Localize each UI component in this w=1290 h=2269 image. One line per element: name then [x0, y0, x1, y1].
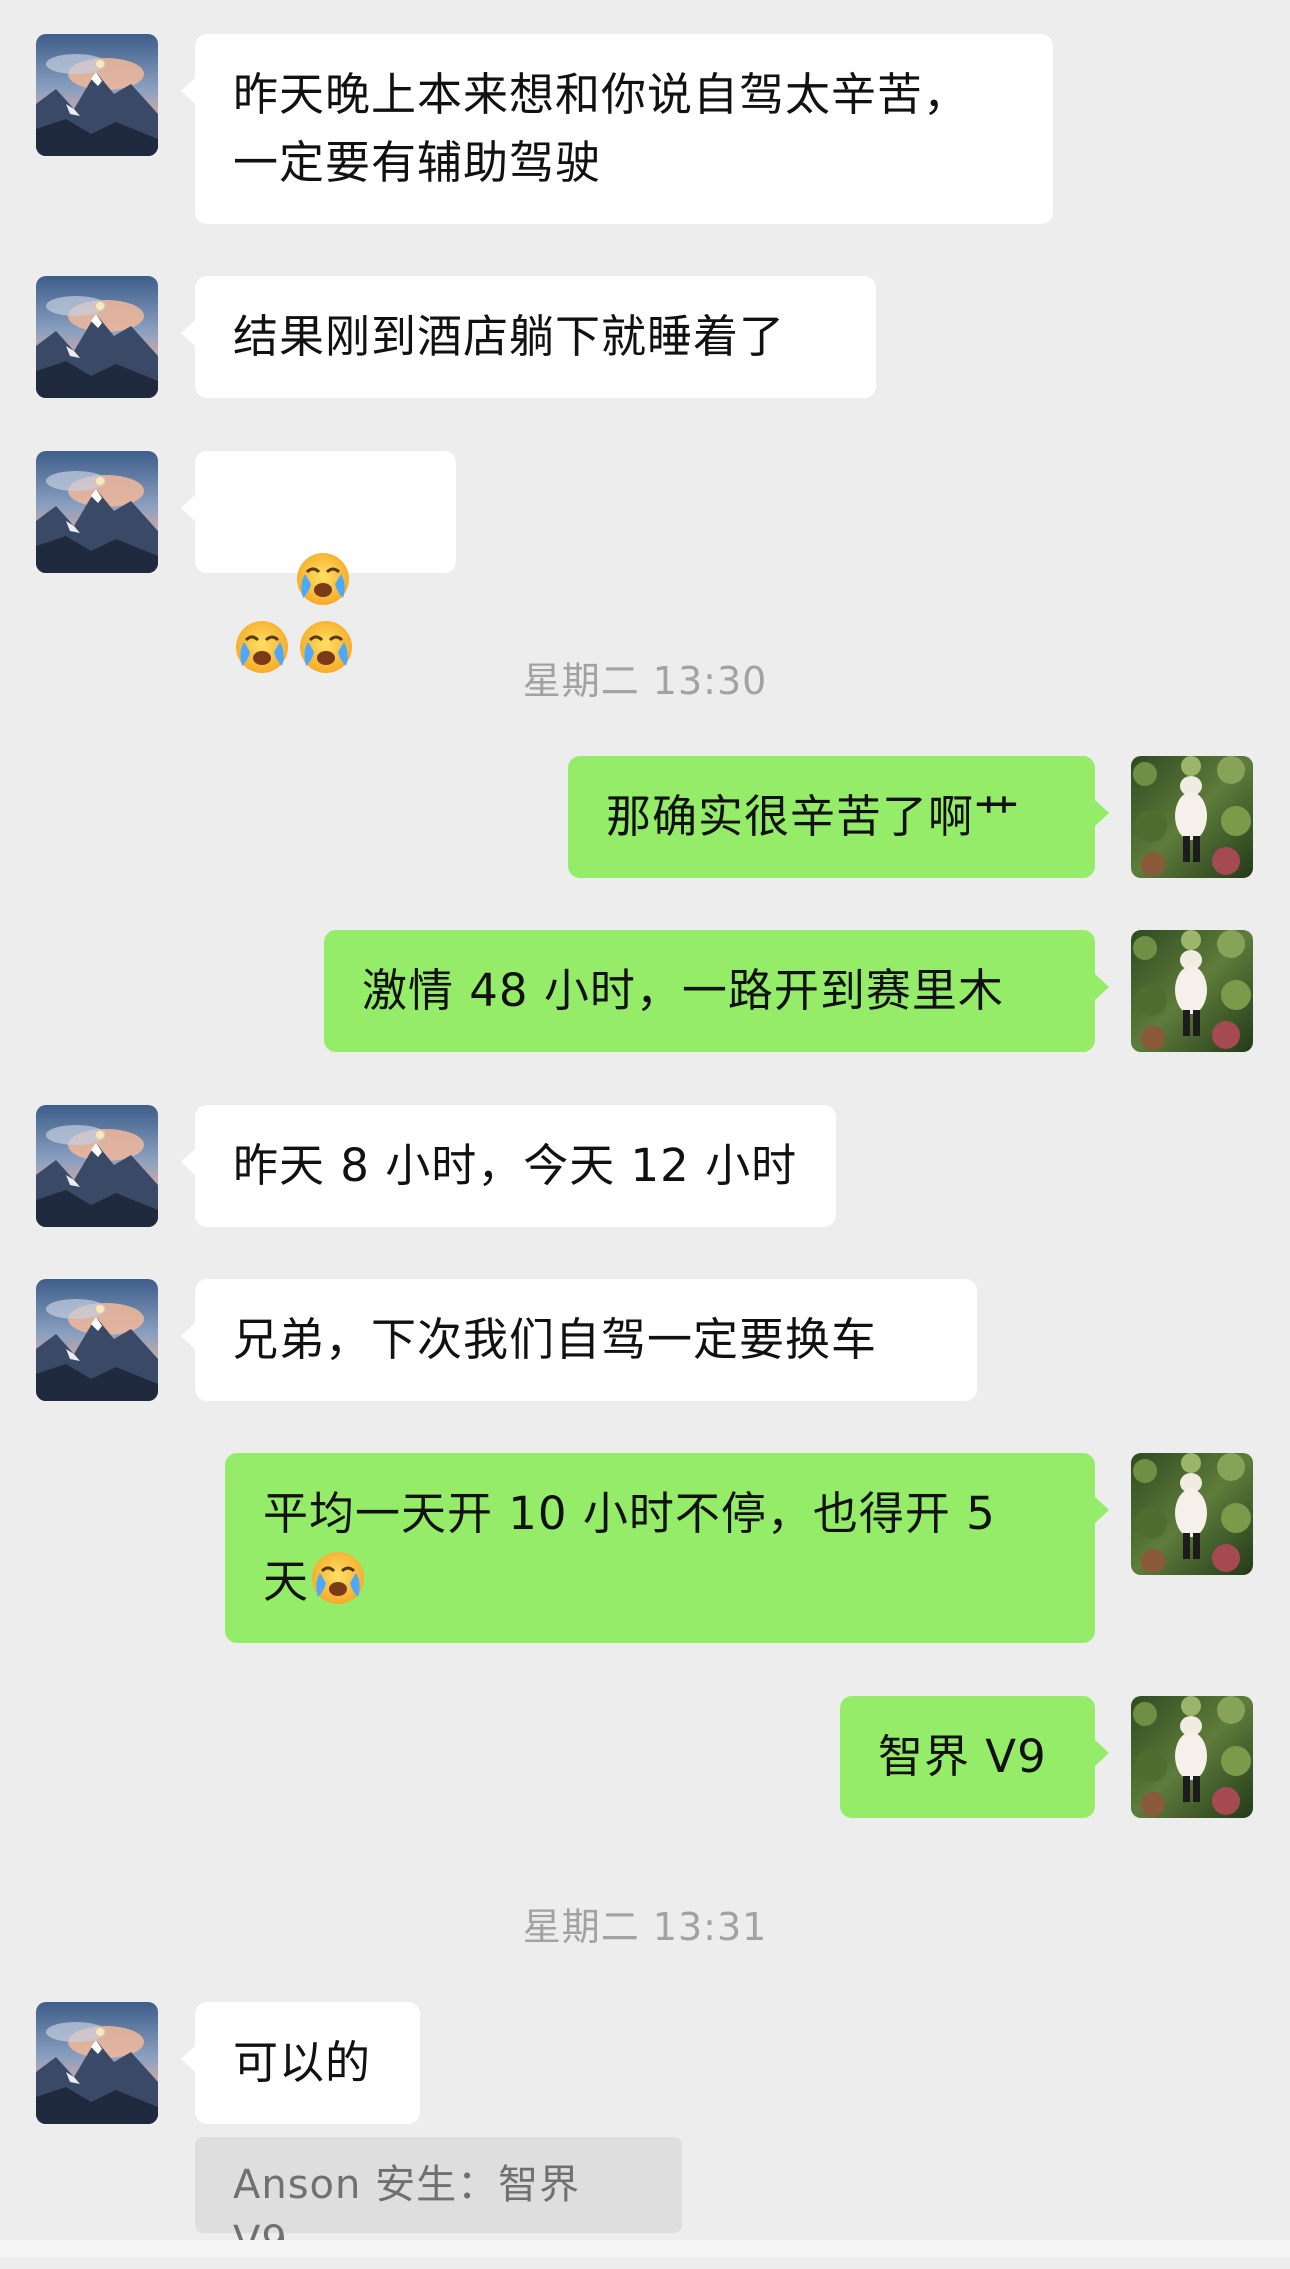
message-bubble-outgoing[interactable]: 智界 V9 — [840, 1696, 1109, 1818]
contact-avatar[interactable] — [36, 34, 158, 156]
contact-avatar[interactable] — [36, 1105, 158, 1227]
mountain-avatar-icon — [36, 2002, 158, 2124]
contact-avatar[interactable] — [36, 2002, 158, 2124]
chat-history[interactable]: 昨天晚上本来想和你说自驾太辛苦， 一定要有辅助驾驶 结果刚到酒店躺下就睡着了 星… — [0, 0, 1290, 2264]
mountain-avatar-icon — [36, 276, 158, 398]
quoted-message[interactable]: Anson 安生：智界 V9 — [195, 2137, 682, 2264]
contact-avatar[interactable] — [36, 451, 158, 573]
contact-avatar[interactable] — [36, 1279, 158, 1401]
message-bubble-incoming[interactable]: 昨天 8 小时，今天 12 小时 — [181, 1105, 836, 1227]
mountain-avatar-icon — [36, 1279, 158, 1401]
loudly-crying-face-icon — [294, 550, 352, 608]
message-bubble-incoming[interactable]: 昨天晚上本来想和你说自驾太辛苦， 一定要有辅助驾驶 — [181, 34, 1053, 224]
contact-avatar[interactable] — [36, 276, 158, 398]
input-bar-edge — [0, 2240, 1290, 2257]
person-plants-avatar-icon — [1131, 1696, 1253, 1818]
message-text: 平均一天开 10 小时不停，也得开 5 天 — [263, 1487, 996, 1608]
message-bubble-incoming[interactable]: 结果刚到酒店躺下就睡着了 — [181, 276, 876, 398]
self-avatar[interactable] — [1131, 1453, 1253, 1575]
message-bubble-outgoing[interactable]: 激情 48 小时，一路开到赛里木 — [324, 930, 1109, 1052]
message-bubble-outgoing[interactable]: 那确实很辛苦了啊艹 — [568, 756, 1109, 878]
self-avatar[interactable] — [1131, 930, 1253, 1052]
mountain-avatar-icon — [36, 451, 158, 573]
message-bubble-incoming[interactable] — [181, 451, 456, 573]
message-bubble-incoming[interactable]: 可以的 — [181, 2002, 420, 2124]
timestamp: 星期二 13:30 — [522, 659, 768, 703]
person-plants-avatar-icon — [1131, 1453, 1253, 1575]
message-bubble-outgoing[interactable]: 平均一天开 10 小时不停，也得开 5 天 — [225, 1453, 1109, 1643]
self-avatar[interactable] — [1131, 1696, 1253, 1818]
loudly-crying-face-icon — [309, 1549, 367, 1607]
mountain-avatar-icon — [36, 34, 158, 156]
message-bubble-incoming[interactable]: 兄弟，下次我们自驾一定要换车 — [181, 1279, 977, 1401]
person-plants-avatar-icon — [1131, 930, 1253, 1052]
mountain-avatar-icon — [36, 1105, 158, 1227]
person-plants-avatar-icon — [1131, 756, 1253, 878]
timestamp: 星期二 13:31 — [522, 1905, 768, 1949]
self-avatar[interactable] — [1131, 756, 1253, 878]
